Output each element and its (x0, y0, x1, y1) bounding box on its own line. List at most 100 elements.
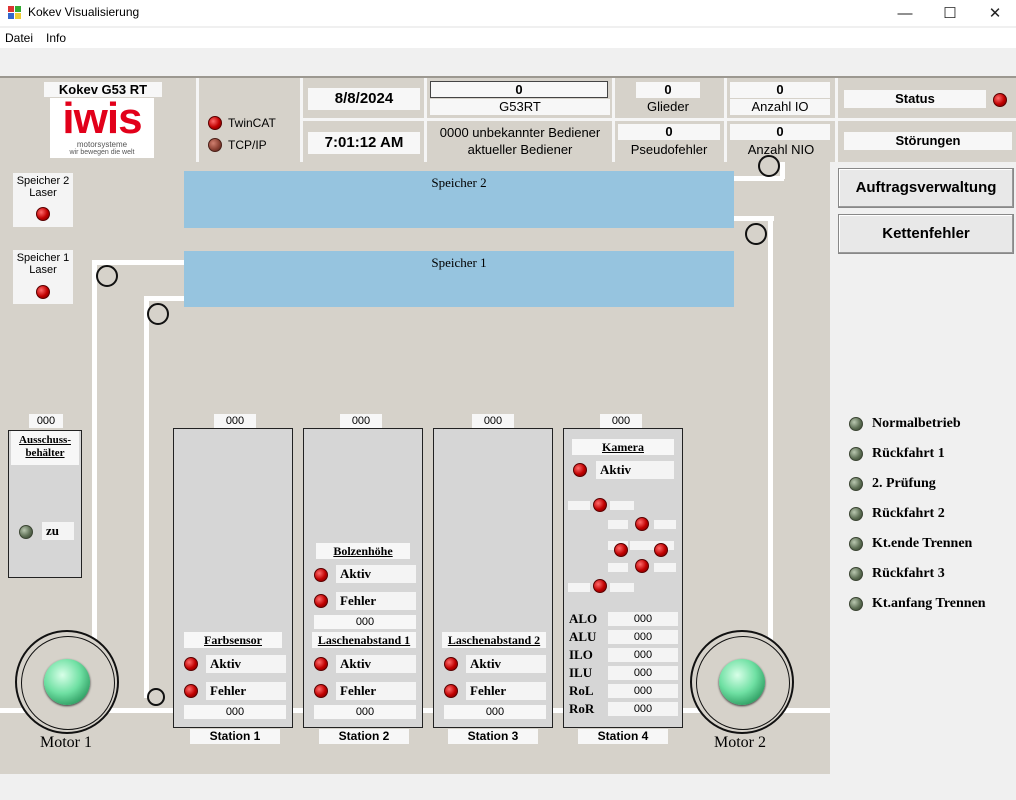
mode-led (848, 416, 863, 431)
iwis-logo: iwis motorsysteme wir bewegen die welt (50, 96, 154, 158)
mode-rueckfahrt-3: Rückfahrt 3 (872, 566, 945, 581)
mode-led-box (846, 474, 865, 493)
station-2[interactable]: Bolzenhöhe Aktiv Fehler 000 Laschenabsta… (303, 428, 423, 728)
bolzenhoehe-title: Bolzenhöhe (316, 543, 410, 559)
aktiv-label: Aktiv (336, 655, 416, 673)
station-4-label: Station 4 (578, 729, 668, 744)
station-1[interactable]: Farbsensor Aktiv Fehler 000 (173, 428, 293, 728)
station-1-count: 000 (214, 414, 256, 428)
mode-led (848, 476, 863, 491)
conveyor-right (768, 218, 773, 708)
anzahl-io-value: 0 (730, 82, 830, 98)
camera-marker (654, 563, 676, 572)
aktiv-label: Aktiv (336, 565, 416, 583)
camera-sensor-led (635, 559, 649, 573)
roller (758, 155, 780, 177)
camera-marker (610, 583, 634, 592)
station-3-count: 000 (472, 414, 514, 428)
camera-sensor-led (654, 543, 668, 557)
ausschuss-title-line: Ausschuss- (19, 434, 71, 446)
station-3-label: Station 3 (448, 729, 538, 744)
kamera-row-label: ILU (569, 665, 593, 680)
kamera-row-value: 000 (608, 666, 678, 680)
kettenfehler-button[interactable]: Kettenfehler (838, 214, 1014, 254)
station-3-value: 000 (444, 705, 546, 719)
mode-led (848, 506, 863, 521)
app-icon (8, 6, 21, 19)
twincat-label: TwinCAT (228, 116, 276, 130)
g53rt-value: 0 (430, 81, 608, 98)
kamera-row-value: 000 (608, 648, 678, 662)
station-1-value: 000 (184, 705, 286, 719)
ausschuss-led (19, 525, 33, 539)
kamera-title: Kamera (572, 439, 674, 455)
kamera-row-label: ALO (569, 611, 598, 626)
ausschuss-count: 000 (29, 414, 63, 428)
minimize-button[interactable]: — (882, 0, 928, 26)
camera-marker (568, 583, 590, 592)
status-led (993, 93, 1007, 107)
mode-rueckfahrt-2: Rückfahrt 2 (872, 506, 945, 521)
process-area: Speicher 2 Speicher 1 Speicher 2 Laser S… (0, 155, 830, 774)
mode-pruefung-2: 2. Prüfung (872, 476, 936, 491)
station-3[interactable]: Laschenabstand 2 Aktiv Fehler 000 (433, 428, 553, 728)
camera-marker (608, 563, 628, 572)
motor-1[interactable] (15, 630, 119, 734)
camera-marker (608, 520, 628, 529)
stoerungen-label[interactable]: Störungen (844, 132, 1012, 150)
roller (147, 303, 169, 325)
aktiv-led (314, 568, 328, 582)
menu-info[interactable]: Info (46, 31, 66, 45)
aktiv-led (184, 657, 198, 671)
fehler-led (184, 684, 198, 698)
aktiv-label: Aktiv (466, 655, 546, 673)
laser-led (36, 285, 50, 299)
speicher-2[interactable]: Speicher 2 (184, 171, 734, 228)
tcpip-label: TCP/IP (228, 138, 267, 152)
mode-led (848, 566, 863, 581)
station-4-count: 000 (600, 414, 642, 428)
mode-ktanfang-trennen: Kt.anfang Trennen (872, 596, 986, 611)
motor-1-indicator (44, 659, 90, 705)
ausschuss-title: Ausschuss- behälter (11, 431, 79, 465)
mode-ktende-trennen: Kt.ende Trennen (872, 536, 973, 551)
time-display: 7:01:12 AM (308, 132, 420, 154)
motor-2[interactable] (690, 630, 794, 734)
fehler-led (314, 594, 328, 608)
station-2-label: Station 2 (319, 729, 409, 744)
conveyor-left-inner (144, 298, 149, 698)
motor-2-label: Motor 2 (714, 734, 766, 751)
close-button[interactable]: ✕ (972, 0, 1016, 26)
roller (147, 688, 165, 706)
anzahl-nio-label: Anzahl NIO (747, 142, 815, 157)
g53rt-label: G53RT (430, 99, 610, 115)
operator-caption: aktueller Bediener (467, 142, 573, 157)
anzahl-nio-value: 0 (730, 124, 830, 140)
menu-datei[interactable]: Datei (5, 31, 33, 45)
twincat-status-led (208, 116, 222, 130)
glieder-label: Glieder (647, 99, 689, 114)
laser-label: Speicher 1 (16, 252, 70, 264)
auftragsverwaltung-button[interactable]: Auftragsverwaltung (838, 168, 1014, 208)
speicher-1[interactable]: Speicher 1 (184, 251, 734, 307)
fehler-label: Fehler (336, 682, 416, 700)
mode-led (848, 596, 863, 611)
motor-2-indicator (719, 659, 765, 705)
header-panel: Kokev G53 RT iwis motorsysteme wir beweg… (0, 76, 1016, 162)
mode-led (848, 446, 863, 461)
mode-led-box (846, 444, 865, 463)
kamera-row-value: 000 (608, 612, 678, 626)
speicher-1-laser: Speicher 1 Laser (13, 250, 73, 304)
mode-led-box (846, 594, 865, 613)
window-title: Kokev Visualisierung (28, 5, 140, 19)
station-4[interactable]: Kamera Aktiv ALO 000 ALU 000 ILO 000 ILU… (563, 428, 683, 728)
fehler-label: Fehler (466, 682, 546, 700)
camera-marker (568, 501, 590, 510)
kamera-row-label: RoL (569, 683, 594, 698)
camera-sensor-led (614, 543, 628, 557)
menu-bar: Datei Info (0, 28, 1016, 48)
maximize-button[interactable]: ☐ (927, 0, 973, 26)
kamera-row-label: ALU (569, 629, 597, 644)
roller (745, 223, 767, 245)
title-bar: Kokev Visualisierung — ☐ ✕ (0, 0, 1016, 26)
